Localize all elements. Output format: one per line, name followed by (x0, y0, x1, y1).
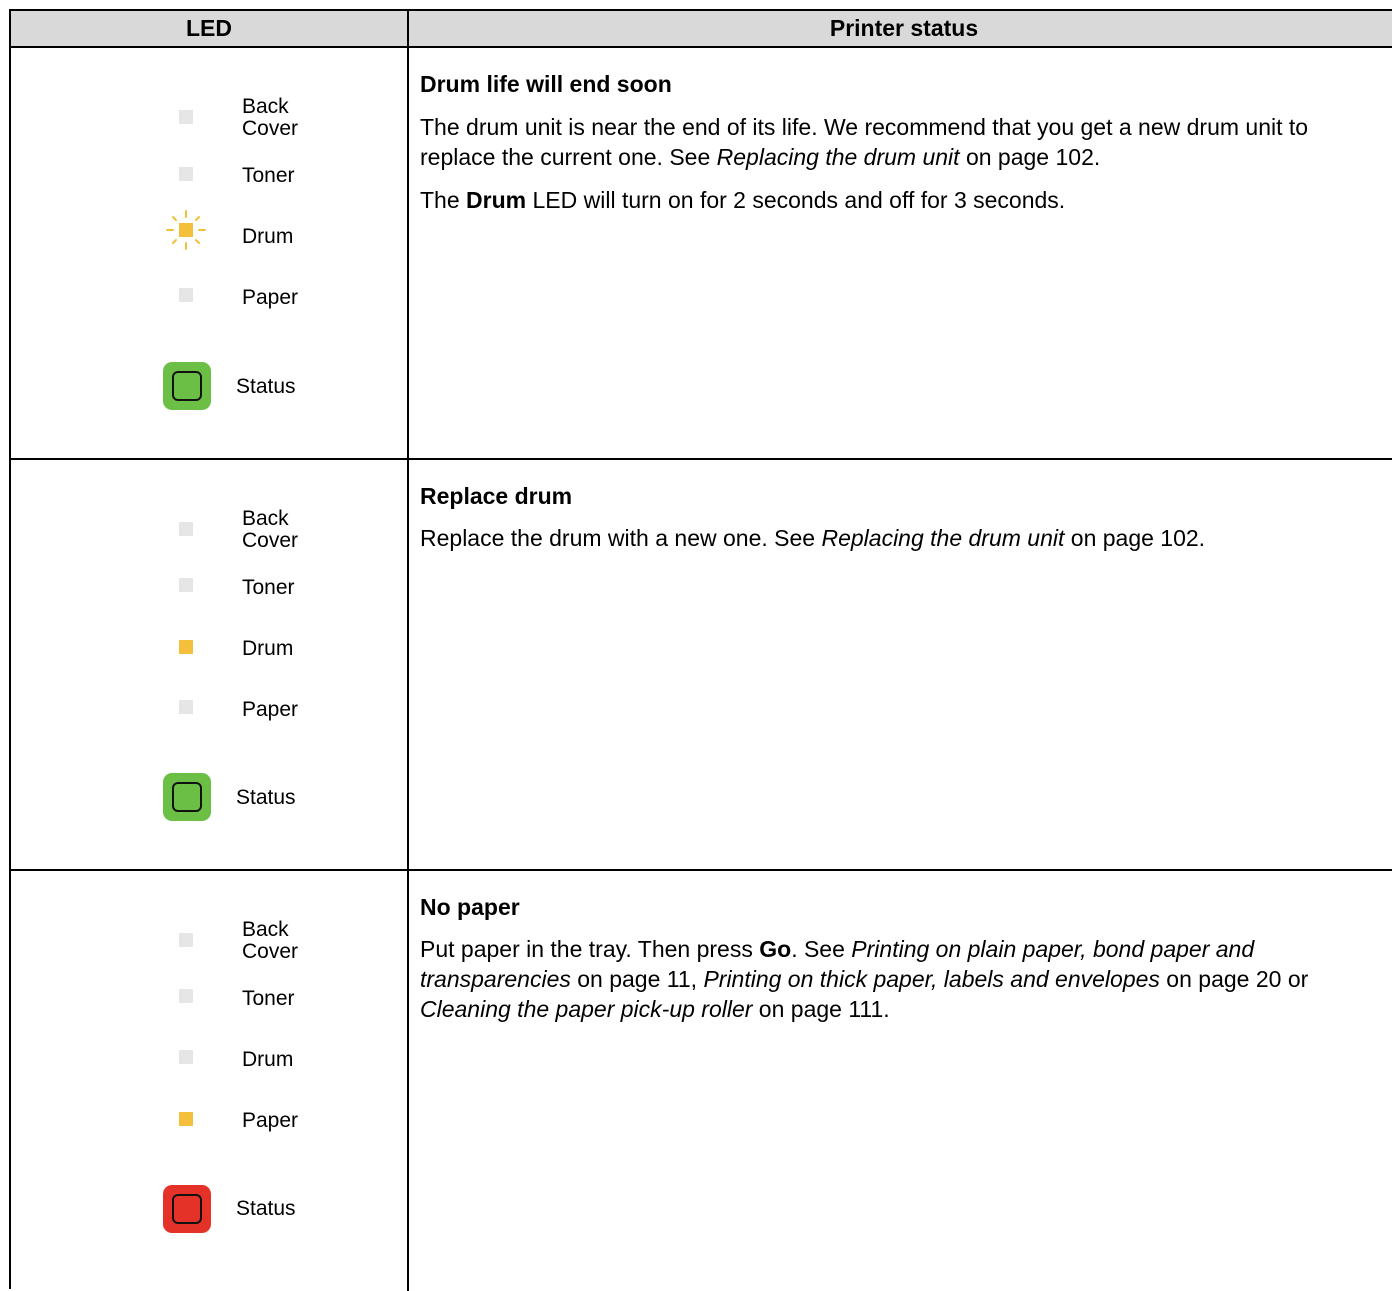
led-label-back: Back (242, 918, 289, 941)
led-back-cover: Back Cover (11, 506, 409, 566)
led-panel: Back Cover Toner Drum Paper Status (11, 48, 409, 458)
led-label-paper: Paper (242, 698, 299, 721)
led-toner: Toner (11, 573, 409, 633)
status-description: The drum unit is near the end of its lif… (420, 114, 1309, 213)
led-label-status: Status (236, 1197, 296, 1220)
led-drum: Drum (11, 210, 409, 282)
led-indicator-amber (179, 1112, 193, 1126)
printer-status-cell: Replace drum Replace the drum with a new… (409, 460, 1392, 869)
led-indicator-off (179, 288, 193, 302)
status-led-red (163, 1185, 211, 1233)
table-row: Back Cover Toner Drum Paper Status No pa… (11, 871, 1392, 1291)
led-label-status: Status (236, 375, 296, 398)
led-indicator-off (179, 578, 193, 592)
led-drum: Drum (11, 1045, 409, 1105)
led-indicator-off (179, 167, 193, 181)
status-led-inner (172, 371, 202, 401)
led-back-cover: Back Cover (11, 917, 409, 977)
page-reference: Replacing the drum unit (716, 144, 960, 170)
blinking-led-icon (164, 208, 208, 252)
led-label-cover: Cover (242, 940, 299, 963)
led-panel: Back Cover Toner Drum Paper Status (11, 871, 409, 1291)
led-toner: Toner (11, 984, 409, 1044)
status-title: Drum life will end soon (420, 71, 672, 97)
table-header: LED Printer status (11, 11, 1392, 48)
led-label-drum: Drum (242, 637, 294, 660)
header-printer-status: Printer status (829, 15, 979, 41)
led-label-back: Back (242, 95, 289, 118)
led-toner: Toner (11, 161, 409, 221)
page-reference: Printing on thick paper, labels and enve… (703, 966, 1160, 992)
led-label-status: Status (236, 786, 296, 809)
led-indicator-off (179, 989, 193, 1003)
led-label-paper: Paper (242, 1109, 299, 1132)
led-label-toner: Toner (242, 164, 295, 187)
led-paper: Paper (11, 283, 409, 343)
status-description: Replace the drum with a new one. See Rep… (420, 525, 1206, 551)
page-reference: Replacing the drum unit (821, 525, 1065, 551)
led-indicator-off (179, 110, 193, 124)
led-label-cover: Cover (242, 117, 299, 140)
led-label-paper: Paper (242, 286, 299, 309)
status-led-inner (172, 1194, 202, 1224)
status-title: No paper (420, 894, 520, 920)
status-led-green (163, 773, 211, 821)
led-paper: Paper (11, 695, 409, 755)
led-drum: Drum (11, 634, 409, 694)
status-led-inner (172, 782, 202, 812)
led-paper: Paper (11, 1106, 409, 1166)
status-description: Put paper in the tray. Then press Go. Se… (420, 936, 1309, 1022)
led-label-drum: Drum (242, 1048, 294, 1071)
led-indicator-off (179, 1050, 193, 1064)
status-title: Replace drum (420, 483, 573, 509)
printer-status-cell: Drum life will end soon The drum unit is… (409, 48, 1392, 458)
header-led: LED (11, 11, 409, 46)
led-status-table: LED Printer status Back Cover Toner Drum… (9, 9, 1392, 1291)
led-indicator-amber (179, 640, 193, 654)
led-label-toner: Toner (242, 576, 295, 599)
table-row: Back Cover Toner Drum Paper Status Drum … (11, 48, 1392, 460)
led-back-cover: Back Cover (11, 94, 409, 154)
table-row: Back Cover Toner Drum Paper Status Repla… (11, 460, 1392, 871)
page-reference: Cleaning the paper pick-up roller (420, 996, 753, 1022)
led-label-toner: Toner (242, 987, 295, 1010)
status-led-green (163, 362, 211, 410)
led-indicator-off (179, 700, 193, 714)
led-label-cover: Cover (242, 529, 299, 552)
led-indicator-off (179, 933, 193, 947)
led-label-back: Back (242, 507, 289, 530)
printer-status-cell: No paper Put paper in the tray. Then pre… (409, 871, 1392, 1291)
led-panel: Back Cover Toner Drum Paper Status (11, 460, 409, 869)
led-label-drum: Drum (242, 225, 294, 248)
led-indicator-off (179, 522, 193, 536)
